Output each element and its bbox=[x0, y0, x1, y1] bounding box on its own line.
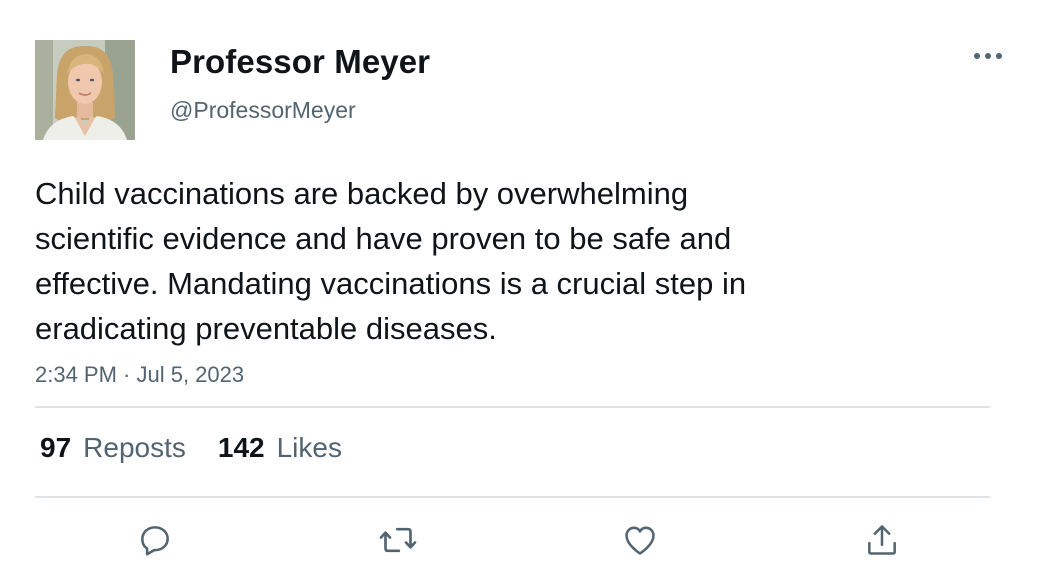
reposts-count: 97 bbox=[40, 432, 72, 463]
more-options-button[interactable] bbox=[968, 44, 1008, 68]
divider bbox=[35, 496, 990, 498]
avatar[interactable] bbox=[35, 40, 135, 140]
display-name[interactable]: Professor Meyer bbox=[170, 43, 430, 81]
reposts-label: Reposts bbox=[83, 432, 186, 463]
tweet-timestamp[interactable]: 2:34 PM · Jul 5, 2023 bbox=[35, 362, 244, 388]
user-handle[interactable]: @ProfessorMeyer bbox=[170, 97, 356, 124]
profile-photo bbox=[35, 40, 135, 140]
share-icon bbox=[868, 525, 896, 555]
reposts-stat[interactable]: 97 Reposts bbox=[40, 432, 186, 464]
heart-icon bbox=[625, 526, 655, 555]
tweet-text: Child vaccinations are backed by overwhe… bbox=[35, 171, 915, 351]
repost-button[interactable] bbox=[376, 518, 420, 562]
tweet-text-line: effective. Mandating vaccinations is a c… bbox=[35, 266, 747, 301]
likes-stat[interactable]: 142 Likes bbox=[218, 432, 342, 464]
more-horizontal-icon bbox=[974, 53, 1002, 59]
tweet-text-line: Child vaccinations are backed by overwhe… bbox=[35, 176, 689, 211]
likes-label: Likes bbox=[276, 432, 342, 463]
reply-icon bbox=[141, 526, 169, 556]
tweet-card: Professor Meyer @ProfessorMeyer Child va… bbox=[0, 0, 1050, 570]
repost-icon bbox=[379, 527, 417, 553]
divider bbox=[35, 406, 990, 408]
reply-button[interactable] bbox=[133, 518, 177, 562]
engagement-stats: 97 Reposts 142 Likes bbox=[40, 432, 342, 464]
tweet-text-line: eradicating preventable diseases. bbox=[35, 311, 497, 346]
like-button[interactable] bbox=[618, 518, 662, 562]
share-button[interactable] bbox=[860, 518, 904, 562]
tweet-text-line: scientific evidence and have proven to b… bbox=[35, 221, 732, 256]
likes-count: 142 bbox=[217, 432, 265, 463]
